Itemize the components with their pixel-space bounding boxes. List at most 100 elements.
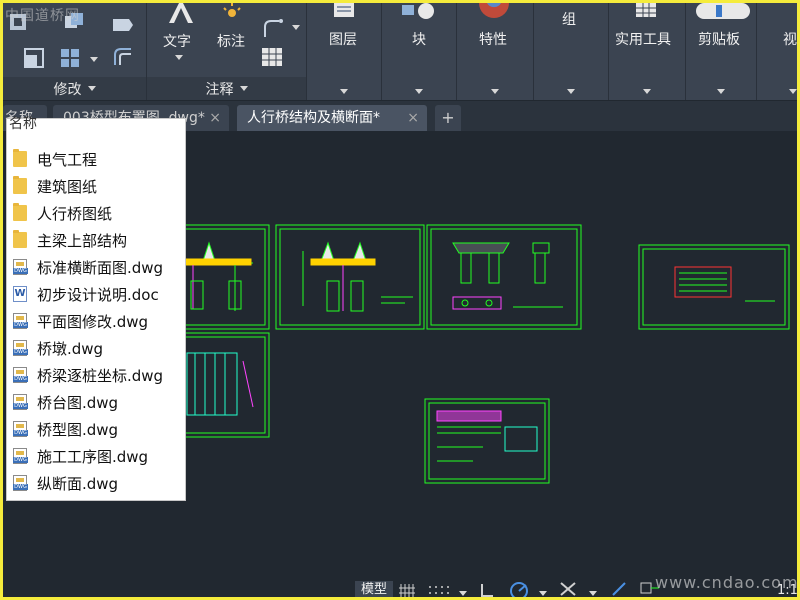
block-caret [415, 89, 423, 94]
ortho-mode-icon[interactable] [479, 583, 493, 597]
drawing-sheet-3 [426, 224, 582, 330]
dimension-tool-label[interactable]: 标注 [217, 31, 245, 51]
dwg-file-icon [13, 313, 28, 329]
file-list-item-label: 标准横断面图.dwg [37, 258, 164, 277]
properties-caret [491, 89, 499, 94]
polar-dropdown-caret[interactable] [539, 591, 547, 596]
annotation-panel-caret [239, 86, 248, 91]
model-space-label: 模型 [360, 582, 387, 597]
dimension-tool-icon[interactable] [217, 3, 247, 23]
polar-tracking-icon[interactable] [509, 581, 529, 597]
view-label: 视 [783, 32, 797, 48]
file-list-item[interactable]: 初步设计说明.doc [13, 282, 159, 306]
properties-label: 特性 [479, 32, 507, 48]
grid-toggle-icon[interactable] [399, 583, 415, 597]
layer-caret [340, 89, 348, 94]
tab-pedestrian-bridge[interactable]: 人行桥结构及横断面* × [237, 105, 427, 131]
file-list-item-label: 电气工程 [37, 150, 98, 169]
array-dropdown-caret[interactable] [90, 57, 98, 62]
annotation-panel-label: 注释 [205, 81, 234, 98]
drawing-sheet-2 [275, 224, 425, 330]
clipboard-caret [717, 89, 725, 94]
utilities-label: 实用工具 [615, 32, 671, 48]
properties-icon [477, 3, 511, 21]
folder-icon [13, 176, 27, 194]
dwg-file-icon [13, 259, 28, 275]
top-watermark: 中国道桥网 [5, 8, 80, 24]
tab-pedestrian-bridge-close-icon[interactable]: × [407, 105, 419, 131]
file-list-item-label: 平面图修改.dwg [37, 312, 149, 331]
file-list-item[interactable]: 平面图修改.dwg [13, 309, 148, 333]
layer-panel[interactable]: 图层 [307, 3, 382, 100]
file-list-item[interactable]: 标准横断面图.dwg [13, 255, 163, 279]
layer-label: 图层 [329, 32, 357, 48]
scale-icon[interactable] [23, 47, 45, 69]
modify-panel-caret [87, 86, 96, 91]
file-list-item-label: 初步设计说明.doc [37, 285, 159, 304]
group-caret [567, 89, 575, 94]
file-list-item[interactable]: 施工工序图.dwg [13, 444, 148, 468]
file-list-item[interactable]: 纵断面.dwg [13, 471, 118, 495]
file-list-item-label: 主梁上部结构 [37, 231, 128, 250]
group-panel[interactable]: 组 [534, 3, 609, 100]
annotation-panel: 文字 标注 注释 [147, 3, 307, 100]
drawing-sheet-6 [424, 398, 550, 484]
file-list-item[interactable]: 桥梁逐桩坐标.dwg [13, 363, 163, 387]
dwg-file-icon [13, 475, 28, 491]
snap-mode-icon[interactable] [427, 583, 451, 597]
snap-dropdown-caret[interactable] [459, 591, 467, 596]
clipboard-label: 剪贴板 [698, 32, 740, 48]
folder-icon [13, 149, 27, 167]
offset-icon[interactable] [111, 45, 135, 69]
leader-icon[interactable] [261, 15, 285, 39]
file-list-item[interactable]: 桥台图.dwg [13, 390, 118, 414]
text-tool-label[interactable]: 文字 [163, 31, 191, 51]
file-list-item[interactable]: 电气工程 [13, 147, 97, 171]
tab-bridge-layout-close-icon[interactable]: × [209, 105, 221, 131]
clipboard-panel[interactable]: 剪贴板 [686, 3, 757, 100]
block-panel[interactable]: 块 [382, 3, 457, 100]
popup-header: 名称 [9, 116, 37, 132]
leader-dropdown-caret[interactable] [292, 25, 300, 30]
view-panel[interactable]: 视 [757, 3, 797, 100]
file-list-item-label: 建筑图纸 [37, 177, 98, 196]
table-icon[interactable] [261, 47, 283, 67]
model-space-button[interactable]: 模型 [355, 581, 393, 597]
file-list-item-label: 人行桥图纸 [37, 204, 113, 223]
utilities-icon [635, 3, 657, 19]
utilities-panel[interactable]: 实用工具 [609, 3, 686, 100]
folder-icon [13, 203, 27, 221]
doc-file-icon [13, 286, 27, 302]
file-list-item-label: 桥梁逐桩坐标.dwg [37, 366, 164, 385]
folder-icon [13, 230, 27, 248]
file-list-item[interactable]: 主梁上部结构 [13, 228, 127, 252]
tab-pedestrian-bridge-label: 人行桥结构及横断面* [247, 110, 380, 126]
dwg-file-icon [13, 448, 28, 464]
view-caret [789, 89, 797, 94]
clipboard-icon [696, 3, 750, 21]
annotation-panel-title[interactable]: 注释 [147, 77, 306, 100]
dwg-file-icon [13, 340, 28, 356]
isodraft-dropdown-caret[interactable] [589, 591, 597, 596]
dwg-file-icon [13, 394, 28, 410]
stretch-icon[interactable] [111, 13, 135, 35]
text-tool-caret[interactable] [175, 55, 183, 60]
block-icon [400, 3, 436, 21]
modify-panel-title[interactable]: 修改 [3, 77, 146, 100]
layer-icon [331, 3, 357, 21]
array-icon[interactable] [59, 47, 81, 69]
ribbon: 修改 文字 标注 注释 图层 块 特性 组 实用工具 剪贴板 视 中国道桥网 [3, 3, 797, 100]
file-list-item[interactable]: 桥墩.dwg [13, 336, 103, 360]
autocad-window: 修改 文字 标注 注释 图层 块 特性 组 实用工具 剪贴板 视 中国道桥网 ×… [3, 3, 797, 597]
text-tool-icon[interactable] [165, 3, 197, 25]
isodraft-icon[interactable] [559, 581, 577, 597]
new-tab-button[interactable]: + [435, 105, 461, 131]
file-list-item-label: 施工工序图.dwg [37, 447, 149, 466]
dwg-file-icon [13, 367, 28, 383]
file-list-item[interactable]: 桥型图.dwg [13, 417, 118, 441]
file-list-item-label: 桥台图.dwg [37, 393, 119, 412]
properties-panel[interactable]: 特性 [457, 3, 534, 100]
file-list-item[interactable]: 建筑图纸 [13, 174, 97, 198]
object-snap-icon[interactable] [611, 581, 629, 597]
file-list-item[interactable]: 人行桥图纸 [13, 201, 112, 225]
